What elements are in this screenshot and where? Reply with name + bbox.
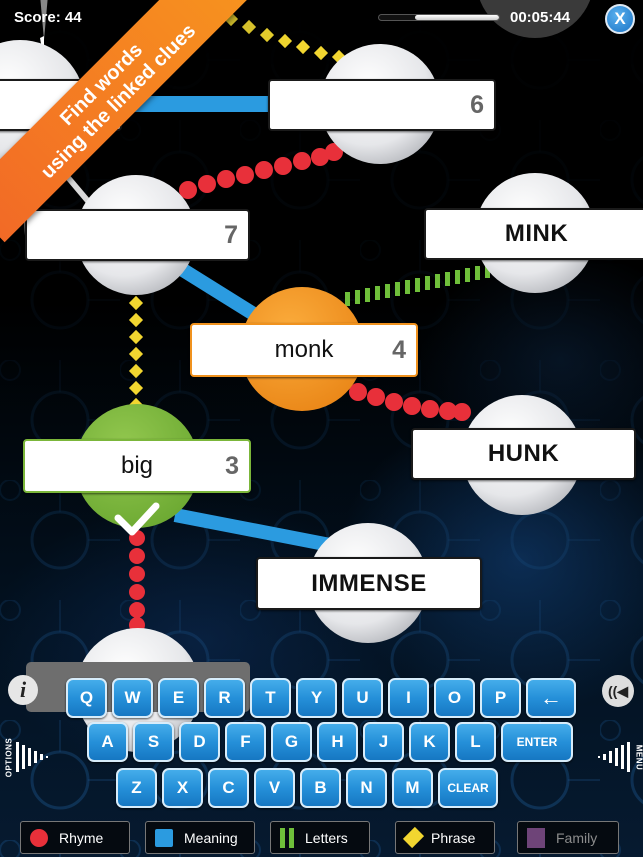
key-w[interactable]: W — [112, 678, 153, 718]
score-label: Score: 44 — [14, 9, 82, 26]
node-word: HUNK — [487, 440, 560, 467]
sound-button[interactable]: ((◀ — [602, 675, 634, 707]
legend-label: Letters — [305, 829, 348, 846]
green-bars-icon — [280, 827, 294, 848]
key-backspace[interactable]: ← — [526, 678, 576, 718]
time-progress-fill — [415, 15, 499, 20]
key-h[interactable]: H — [317, 722, 358, 762]
node-word: monk — [274, 336, 334, 363]
key-r[interactable]: R — [204, 678, 245, 718]
node-label-monk[interactable]: monk 4 — [190, 323, 418, 377]
key-enter[interactable]: ENTER — [501, 722, 573, 762]
key-f[interactable]: F — [225, 722, 266, 762]
key-g[interactable]: G — [271, 722, 312, 762]
key-x[interactable]: X — [162, 768, 203, 808]
blue-square-icon — [155, 828, 173, 847]
purple-square-icon — [527, 827, 545, 848]
legend-letters[interactable]: Letters — [270, 821, 370, 854]
key-n[interactable]: N — [346, 768, 387, 808]
key-m[interactable]: M — [392, 768, 433, 808]
info-icon: i — [19, 677, 27, 702]
close-button[interactable]: X — [605, 4, 635, 34]
red-circle-icon — [30, 828, 48, 847]
node-word: IMMENSE — [311, 569, 427, 597]
letter-count: 3 — [225, 451, 239, 480]
key-p[interactable]: P — [480, 678, 521, 718]
key-d[interactable]: D — [179, 722, 220, 762]
legend-label: Phrase — [431, 829, 476, 846]
key-z[interactable]: Z — [116, 768, 157, 808]
options-bars-icon — [16, 742, 48, 772]
node-word: MINK — [504, 220, 569, 247]
key-q[interactable]: Q — [66, 678, 107, 718]
legend-rhyme[interactable]: Rhyme — [20, 821, 130, 854]
key-e[interactable]: E — [158, 678, 199, 718]
menu-bars-icon — [598, 742, 630, 772]
key-t[interactable]: T — [250, 678, 291, 718]
time-progress-bar — [378, 14, 500, 21]
key-v[interactable]: V — [254, 768, 295, 808]
key-a[interactable]: A — [87, 722, 128, 762]
key-b[interactable]: B — [300, 768, 341, 808]
key-u[interactable]: U — [342, 678, 383, 718]
key-s[interactable]: S — [133, 722, 174, 762]
key-o[interactable]: O — [434, 678, 475, 718]
legend-label: Family — [556, 829, 598, 846]
node-label-big[interactable]: big 3 — [23, 439, 251, 493]
node-label-hunk[interactable]: HUNK — [411, 428, 636, 480]
key-l[interactable]: L — [455, 722, 496, 762]
legend-family[interactable]: Family — [517, 821, 619, 854]
speaker-icon: ((◀ — [607, 682, 629, 699]
legend-meaning[interactable]: Meaning — [145, 821, 255, 854]
node-label-six[interactable]: 6 — [268, 79, 496, 131]
legend-phrase[interactable]: Phrase — [395, 821, 495, 854]
key-y[interactable]: Y — [296, 678, 337, 718]
legend-label: Rhyme — [59, 829, 104, 846]
menu-label: MENU — [634, 744, 643, 770]
yellow-diamond-icon — [402, 826, 425, 849]
key-j[interactable]: J — [363, 722, 404, 762]
info-button[interactable]: i — [8, 675, 38, 705]
key-clear[interactable]: CLEAR — [438, 768, 498, 808]
node-word: big — [120, 452, 154, 479]
timer-label: 00:05:44 — [510, 9, 571, 26]
close-icon: X — [614, 9, 626, 28]
letter-count: 6 — [470, 90, 484, 119]
options-tab[interactable]: OPTIONS — [2, 737, 48, 777]
menu-tab[interactable]: MENU — [598, 742, 643, 772]
key-c[interactable]: C — [208, 768, 249, 808]
letter-count: 7 — [224, 220, 238, 249]
node-label-seven[interactable]: 7 — [25, 209, 250, 261]
key-i[interactable]: I — [388, 678, 429, 718]
letter-count: 4 — [392, 335, 406, 364]
node-label-immense[interactable]: IMMENSE — [256, 557, 482, 610]
node-label-mink[interactable]: MINK — [424, 208, 643, 260]
options-label: OPTIONS — [4, 737, 14, 777]
key-k[interactable]: K — [409, 722, 450, 762]
legend-label: Meaning — [184, 829, 238, 846]
